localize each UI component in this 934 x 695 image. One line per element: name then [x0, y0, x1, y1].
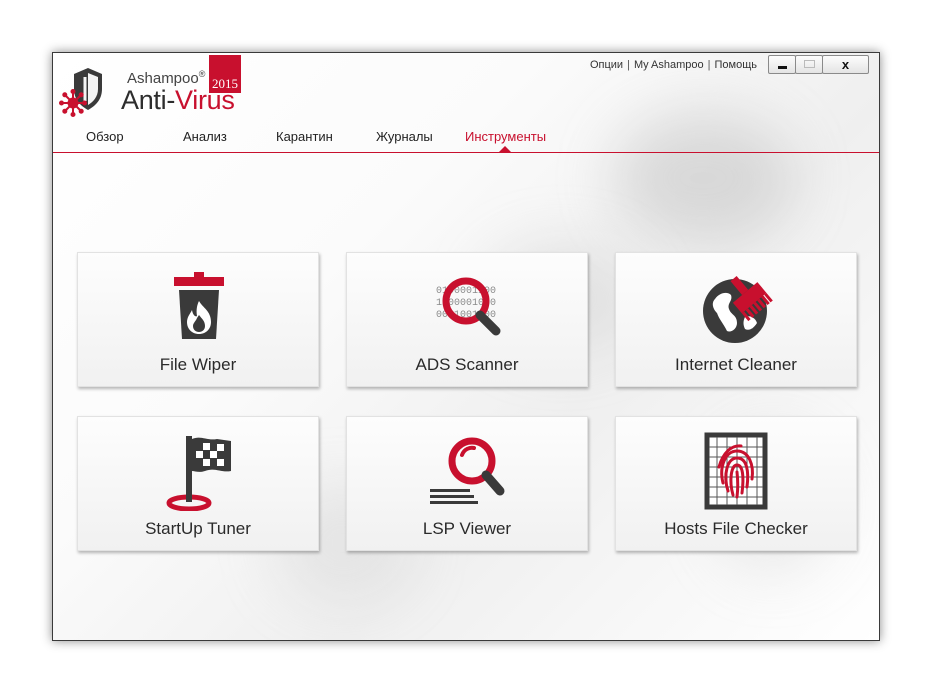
tool-tile-internet-cleaner[interactable]: Internet Cleaner	[615, 252, 857, 387]
tab-quarantine[interactable]: Карантин	[276, 129, 333, 144]
app-logo: Ashampoo® Anti-Virus 2015	[59, 55, 241, 117]
my-ashampoo-link[interactable]: My Ashampoo	[634, 59, 704, 71]
tab-analysis[interactable]: Анализ	[183, 129, 227, 144]
close-button[interactable]: x	[822, 55, 869, 74]
help-link[interactable]: Помощь	[715, 59, 758, 71]
maximize-button[interactable]	[795, 55, 823, 74]
tool-label: File Wiper	[159, 355, 237, 374]
tool-label: StartUp Tuner	[145, 519, 251, 538]
top-links: Опции | My Ashampoo | Помощь	[590, 59, 757, 71]
virus-icon	[59, 89, 87, 117]
flag-target-icon	[166, 436, 231, 511]
trash-fire-icon	[174, 272, 224, 339]
tool-label: LSP Viewer	[422, 519, 512, 538]
year-badge: 2015	[209, 55, 241, 93]
tab-logs[interactable]: Журналы	[376, 129, 433, 144]
magnifier-lines-icon	[430, 437, 505, 504]
minimize-button[interactable]	[768, 55, 796, 74]
tab-overview[interactable]: Обзор	[86, 129, 124, 144]
main-tabs: Обзор Анализ Карантин Журналы Инструмент…	[53, 127, 879, 153]
fingerprint-grid-icon	[704, 432, 768, 510]
link-separator: |	[627, 59, 630, 71]
minimize-icon	[778, 66, 787, 69]
options-link[interactable]: Опции	[590, 59, 623, 71]
tool-tile-startup-tuner[interactable]: StartUp Tuner	[77, 416, 319, 551]
link-separator: |	[707, 59, 711, 71]
tab-divider	[53, 152, 879, 153]
globe-brush-icon	[703, 276, 773, 343]
tool-tile-file-wiper[interactable]: File Wiper	[77, 252, 319, 387]
maximize-icon	[804, 60, 815, 68]
tool-label: Internet Cleaner	[675, 355, 797, 374]
tool-label: Hosts File Checker	[664, 519, 808, 538]
tool-label: ADS Scanner	[415, 355, 519, 374]
tab-tools[interactable]: Инструменты	[465, 129, 546, 144]
tool-tile-hosts-file-checker[interactable]: Hosts File Checker	[615, 416, 857, 551]
binary-magnifier-icon: 0100001100 1100001000 0011001100	[436, 277, 501, 336]
tool-tile-ads-scanner[interactable]: 0100001100 1100001000 0011001100 ADS Sca…	[346, 252, 588, 387]
tool-tile-lsp-viewer[interactable]: LSP Viewer	[346, 416, 588, 551]
app-window: Ashampoo® Anti-Virus 2015 Опции | My Asham…	[52, 52, 880, 641]
